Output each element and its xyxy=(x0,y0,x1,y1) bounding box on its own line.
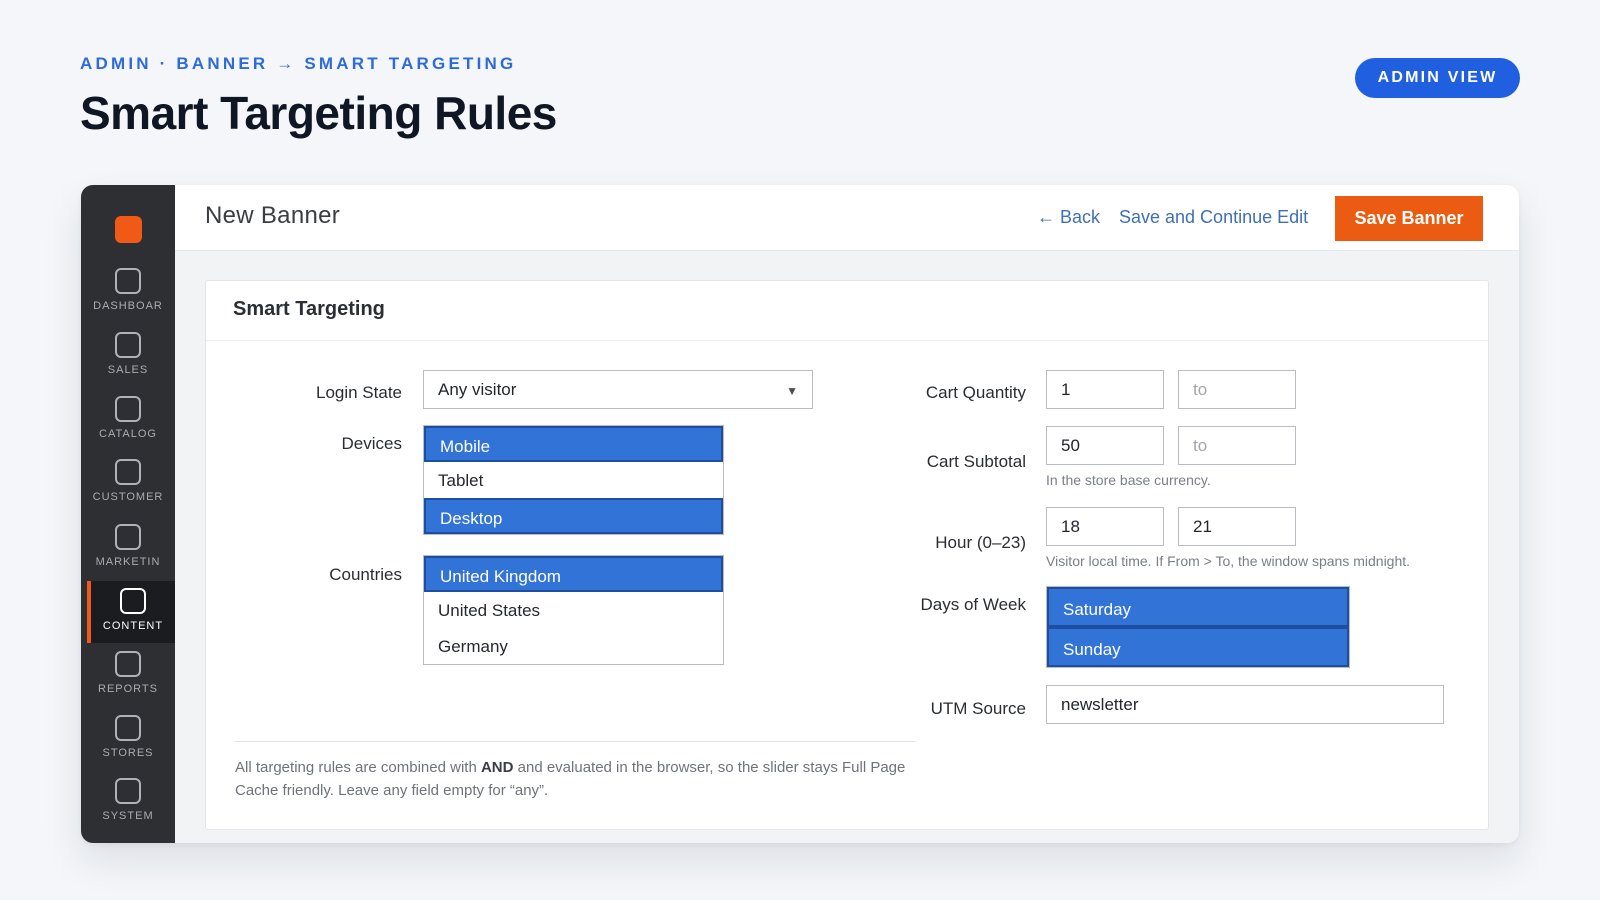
sidebar-item-label: CUSTOMER xyxy=(92,491,164,503)
page-actions-bar: New Banner ← Back Save and Continue Edit… xyxy=(175,185,1519,251)
breadcrumb: ADMIN · BANNER → SMART TARGETING xyxy=(80,54,517,73)
cart-subtotal-to-input[interactable]: to xyxy=(1178,426,1296,465)
banner-title: New Banner xyxy=(205,202,341,229)
cart-quantity-label: Cart Quantity xyxy=(925,383,1026,402)
sidebar-item-content[interactable]: CONTENT xyxy=(87,581,175,643)
hour-hint: Visitor local time. If From > To, the wi… xyxy=(1046,553,1411,569)
cart-quantity-from-input[interactable]: 1 xyxy=(1046,370,1164,409)
sidebar-item-label: REPORTS xyxy=(98,683,158,695)
save-continue-link[interactable]: Save and Continue Edit xyxy=(1119,207,1308,228)
save-banner-button[interactable]: Save Banner xyxy=(1335,196,1483,241)
cart-quantity-to-input[interactable]: to xyxy=(1178,370,1296,409)
sidebar-item-customers[interactable]: CUSTOMER xyxy=(81,456,175,516)
country-option-us[interactable]: United States xyxy=(424,592,723,628)
customer-icon xyxy=(115,459,141,485)
marketing-icon xyxy=(115,524,141,550)
system-icon xyxy=(115,778,141,804)
day-option-sunday[interactable]: Sunday xyxy=(1047,627,1349,667)
sidebar-item-dashboard[interactable]: DASHBOAR xyxy=(81,265,175,325)
sidebar-item-label: STORES xyxy=(102,747,154,759)
login-state-label: Login State xyxy=(315,383,402,402)
device-option-tablet[interactable]: Tablet xyxy=(424,462,723,498)
dashboard-icon xyxy=(115,268,141,294)
stores-icon xyxy=(115,715,141,741)
footnote-text: All targeting rules are combined with xyxy=(235,759,481,776)
days-of-week-label: Days of Week xyxy=(920,595,1026,614)
panel-divider xyxy=(235,741,915,742)
sidebar-item-catalog[interactable]: CATALOG xyxy=(81,393,175,453)
reports-icon xyxy=(115,651,141,677)
sales-icon xyxy=(115,332,141,358)
content-icon xyxy=(120,588,146,614)
sidebar-item-label: CATALOG xyxy=(99,428,157,440)
country-option-uk[interactable]: United Kingdom xyxy=(424,556,723,592)
sidebar-item-label: SALES xyxy=(107,364,149,376)
days-of-week-listbox[interactable]: Saturday Sunday xyxy=(1046,586,1350,668)
logo-square-icon[interactable] xyxy=(115,216,142,243)
catalog-icon xyxy=(115,396,141,422)
admin-window: DASHBOAR SALES CATALOG CUSTOMER MARKETIN… xyxy=(81,185,1519,843)
main-content: New Banner ← Back Save and Continue Edit… xyxy=(175,185,1519,843)
login-state-select[interactable]: Any visitor ▼ xyxy=(423,370,813,409)
panel-title: Smart Targeting xyxy=(206,281,1488,341)
targeting-footnote: All targeting rules are combined with AN… xyxy=(235,756,925,802)
sidebar-item-label: MARKETIN xyxy=(95,556,161,568)
countries-listbox[interactable]: United Kingdom United States Germany xyxy=(423,555,724,665)
hour-label: Hour (0–23) xyxy=(935,533,1026,552)
sidebar-item-sales[interactable]: SALES xyxy=(81,329,175,389)
country-option-germany[interactable]: Germany xyxy=(424,628,723,664)
day-option-saturday[interactable]: Saturday xyxy=(1047,587,1349,627)
sidebar-item-reports[interactable]: REPORTS xyxy=(81,648,175,708)
login-state-value: Any visitor xyxy=(438,380,517,399)
smart-targeting-panel: Smart Targeting Login State Any visitor … xyxy=(205,280,1489,830)
admin-view-badge: ADMIN VIEW xyxy=(1355,58,1520,98)
page-title: Smart Targeting Rules xyxy=(80,87,557,139)
sidebar-item-label: DASHBOAR xyxy=(93,300,163,312)
sidebar-item-label: SYSTEM xyxy=(102,810,154,822)
cart-subtotal-label: Cart Subtotal xyxy=(926,452,1026,471)
sidebar-item-label: CONTENT xyxy=(102,620,164,632)
chevron-down-icon: ▼ xyxy=(786,384,798,398)
cart-subtotal-hint: In the store base currency. xyxy=(1046,472,1211,488)
utm-source-input[interactable]: newsletter xyxy=(1046,685,1444,724)
utm-source-label: UTM Source xyxy=(930,699,1026,718)
devices-label: Devices xyxy=(341,434,402,453)
footnote-bold: AND xyxy=(480,759,514,776)
back-link[interactable]: ← Back xyxy=(1037,207,1100,228)
device-option-desktop[interactable]: Desktop xyxy=(424,498,723,534)
device-option-mobile[interactable]: Mobile xyxy=(424,426,723,462)
hour-from-input[interactable]: 18 xyxy=(1046,507,1164,546)
sidebar-item-marketing[interactable]: MARKETIN xyxy=(81,521,175,581)
devices-listbox[interactable]: Mobile Tablet Desktop xyxy=(423,425,724,535)
sidebar-item-stores[interactable]: STORES xyxy=(81,712,175,772)
sidebar-item-system[interactable]: SYSTEM xyxy=(81,775,175,835)
countries-label: Countries xyxy=(329,565,402,584)
sidebar: DASHBOAR SALES CATALOG CUSTOMER MARKETIN… xyxy=(81,185,175,843)
hour-to-input[interactable]: 21 xyxy=(1178,507,1296,546)
cart-subtotal-from-input[interactable]: 50 xyxy=(1046,426,1164,465)
